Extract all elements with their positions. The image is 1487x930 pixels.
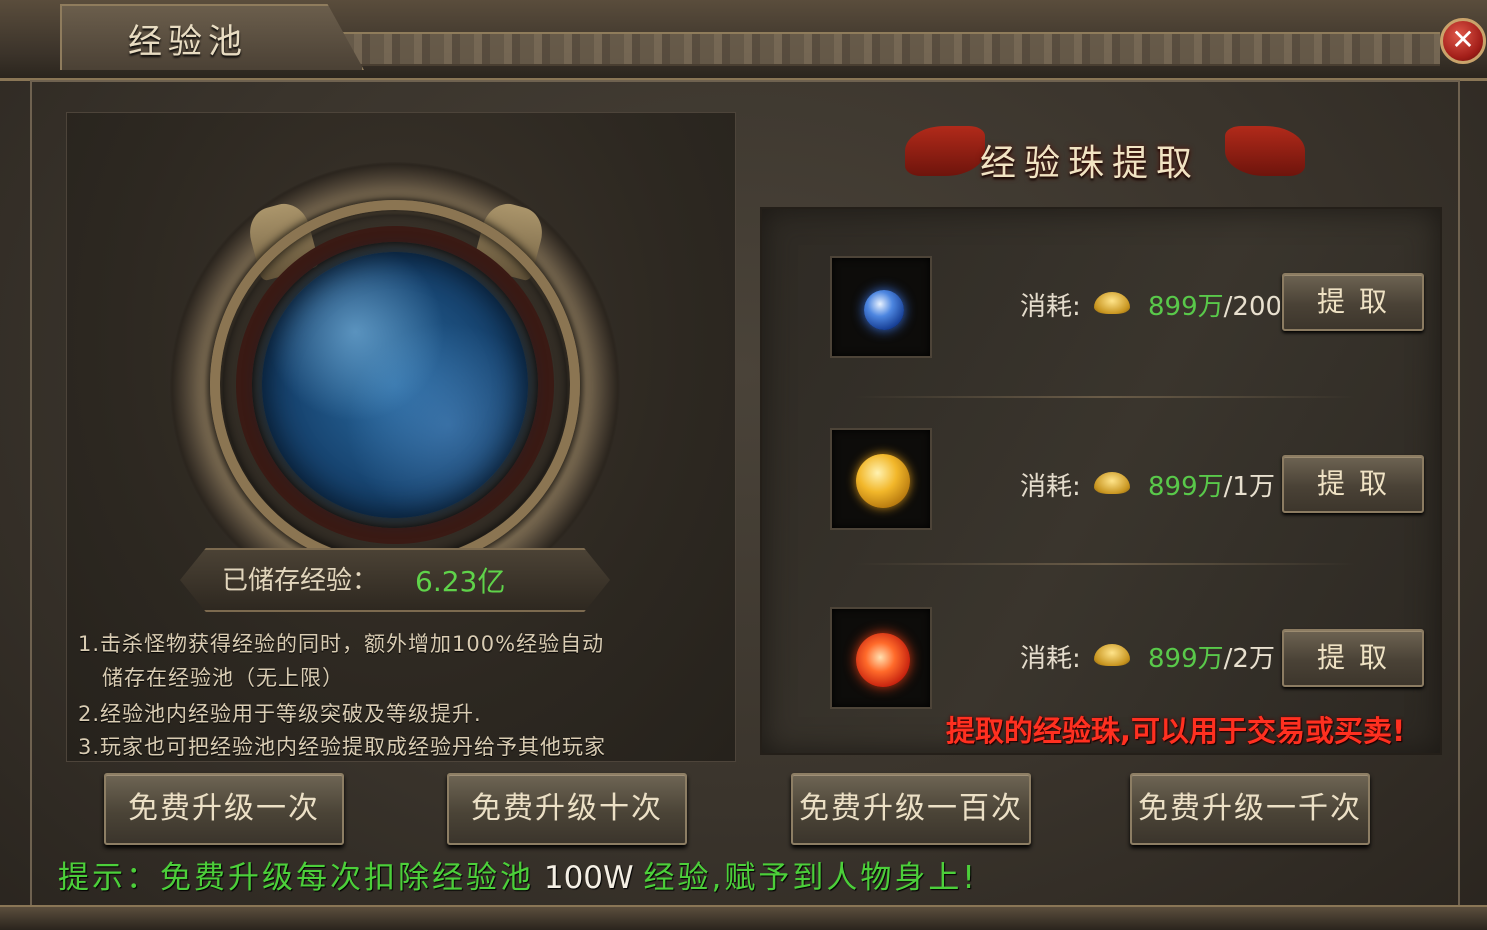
bead-slot[interactable] [830, 256, 932, 358]
extract-button[interactable]: 提取 [1282, 273, 1424, 331]
bead-slot[interactable] [830, 428, 932, 530]
extract-button[interactable]: 提取 [1282, 455, 1424, 513]
red-exp-bead-icon [856, 633, 910, 687]
cost-value: 899万/1万 [1148, 472, 1275, 502]
upgrade-tip: 提示：免费升级每次扣除经验池 100W 经验,赋予到人物身上! [58, 860, 978, 896]
stored-exp-label: 已储存经验： [222, 566, 379, 596]
cost-label: 消耗: [1020, 644, 1081, 674]
bead-slot[interactable] [830, 607, 932, 709]
experience-orb-icon [262, 252, 528, 518]
row-divider [855, 563, 1355, 565]
pool-note: 1.击杀怪物获得经验的同时，额外增加100%经验自动 [78, 632, 605, 656]
bottom-frame-edge [0, 905, 1487, 930]
title-bar-ornament [340, 32, 1440, 66]
extract-button[interactable]: 提取 [1282, 629, 1424, 687]
cost-label: 消耗: [1020, 292, 1081, 322]
row-divider [855, 396, 1355, 398]
dragon-left-icon [905, 126, 985, 176]
gold-exp-bead-icon [856, 454, 910, 508]
blue-exp-bead-icon [864, 290, 904, 330]
upgrade-ten-button[interactable]: 免费升级十次 [447, 773, 687, 845]
pool-note: 储存在经验池（无上限） [102, 666, 344, 690]
window-title: 经验池 [128, 22, 248, 62]
pool-note: 2.经验池内经验用于等级突破及等级提升. [78, 702, 482, 726]
cost-value: 899万/2万 [1148, 644, 1275, 674]
upgrade-hundred-button[interactable]: 免费升级一百次 [791, 773, 1031, 845]
cost-value: 899万/200 [1148, 292, 1280, 322]
upgrade-once-button[interactable]: 免费升级一次 [104, 773, 344, 845]
stored-exp-value: 6.23亿 [415, 565, 506, 598]
pool-note: 3.玩家也可把经验池内经验提取成经验丹给予其他玩家 [78, 735, 607, 759]
trade-note: 提取的经验珠,可以用于交易或买卖! [946, 714, 1406, 748]
dragon-right-icon [1225, 126, 1305, 176]
upgrade-thousand-button[interactable]: 免费升级一千次 [1130, 773, 1370, 845]
cost-label: 消耗: [1020, 472, 1081, 502]
extract-title: 经验珠提取 [980, 143, 1201, 184]
close-button[interactable]: ✕ [1440, 18, 1486, 64]
